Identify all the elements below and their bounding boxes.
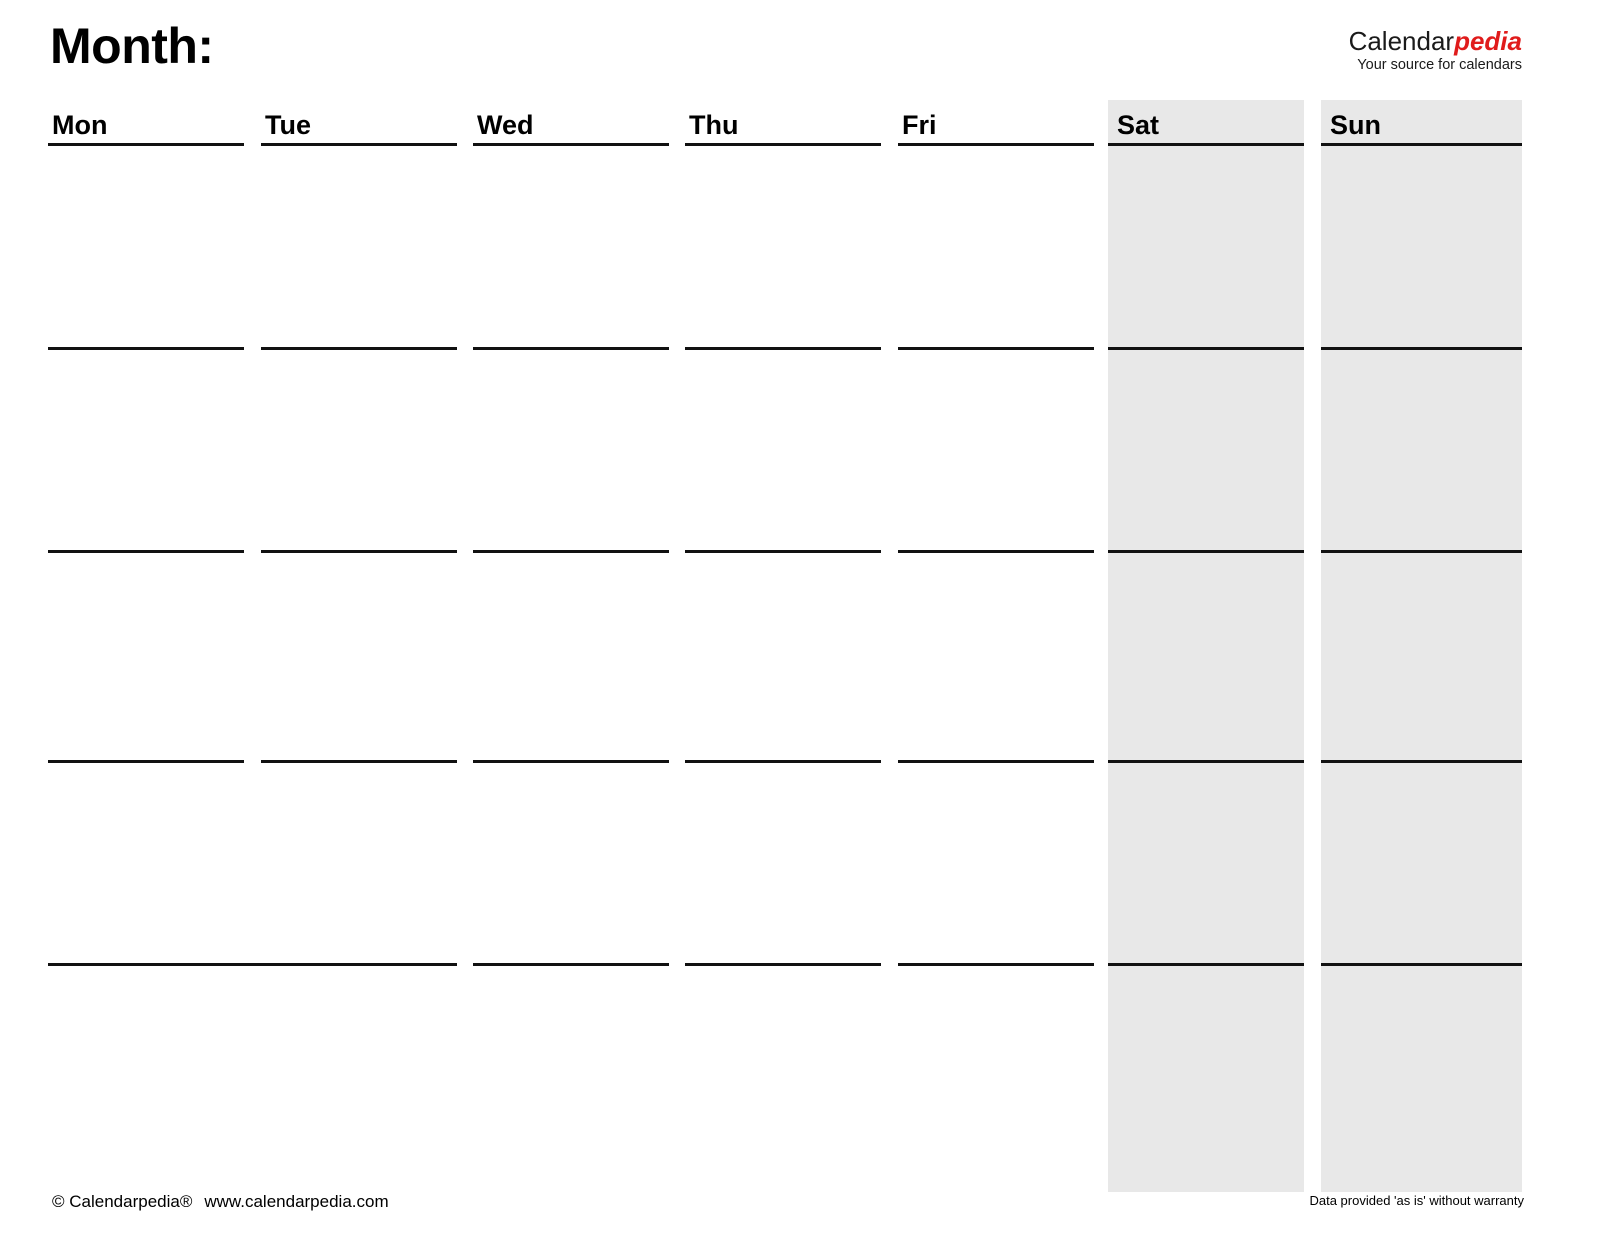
- day-header-label: Tue: [265, 110, 311, 140]
- day-header-label: Sat: [1117, 110, 1160, 140]
- day-cell[interactable]: [898, 763, 1094, 963]
- day-cell[interactable]: [473, 553, 669, 760]
- footer-copyright-text: © Calendarpedia®: [52, 1192, 193, 1211]
- day-cell[interactable]: [261, 966, 457, 1192]
- day-cell[interactable]: [261, 763, 457, 963]
- day-cell[interactable]: [48, 763, 244, 963]
- day-cell[interactable]: [473, 149, 669, 347]
- day-cell[interactable]: [48, 553, 244, 760]
- day-cell[interactable]: [898, 149, 1094, 347]
- day-cell[interactable]: [473, 350, 669, 550]
- day-cell[interactable]: [473, 763, 669, 963]
- day-cell[interactable]: [48, 966, 244, 1192]
- day-cell[interactable]: [898, 966, 1094, 1192]
- day-cell[interactable]: [1108, 350, 1304, 550]
- day-cell[interactable]: [48, 350, 244, 550]
- day-cell[interactable]: [898, 553, 1094, 760]
- day-cell[interactable]: [685, 149, 881, 347]
- day-cell[interactable]: [685, 763, 881, 963]
- day-header-label: Fri: [902, 110, 937, 140]
- day-header-wed: Wed: [473, 108, 669, 146]
- day-cell[interactable]: [1321, 149, 1522, 347]
- day-header-fri: Fri: [898, 108, 1094, 146]
- day-cell[interactable]: [1321, 966, 1522, 1192]
- footer-copyright: © Calendarpedia® www.calendarpedia.com: [52, 1192, 389, 1212]
- day-header-mon: Mon: [48, 108, 244, 146]
- day-header-tue: Tue: [261, 108, 457, 146]
- day-header-sat: Sat: [1108, 108, 1304, 146]
- day-header-thu: Thu: [685, 108, 881, 146]
- day-cell[interactable]: [48, 149, 244, 347]
- day-cell[interactable]: [1108, 966, 1304, 1192]
- day-cell[interactable]: [1108, 763, 1304, 963]
- day-cell[interactable]: [1321, 763, 1522, 963]
- day-cell[interactable]: [685, 553, 881, 760]
- day-cell[interactable]: [261, 350, 457, 550]
- day-cell[interactable]: [1321, 553, 1522, 760]
- day-cell[interactable]: [1108, 553, 1304, 760]
- day-header-sun: Sun: [1321, 108, 1522, 146]
- day-cell[interactable]: [261, 553, 457, 760]
- day-header-label: Mon: [52, 110, 108, 140]
- day-cell[interactable]: [898, 350, 1094, 550]
- calendar-grid: Mon Tue Wed Thu Fri Sat Sun: [0, 0, 1600, 1250]
- day-header-label: Thu: [689, 110, 739, 140]
- day-header-label: Sun: [1330, 110, 1381, 140]
- day-cell[interactable]: [261, 149, 457, 347]
- footer-website-link[interactable]: www.calendarpedia.com: [204, 1192, 388, 1211]
- day-cell[interactable]: [1321, 350, 1522, 550]
- day-cell[interactable]: [685, 350, 881, 550]
- footer-disclaimer: Data provided 'as is' without warranty: [1309, 1193, 1524, 1208]
- day-cell[interactable]: [685, 966, 881, 1192]
- day-cell[interactable]: [1108, 149, 1304, 347]
- day-header-label: Wed: [477, 110, 534, 140]
- day-cell[interactable]: [473, 966, 669, 1192]
